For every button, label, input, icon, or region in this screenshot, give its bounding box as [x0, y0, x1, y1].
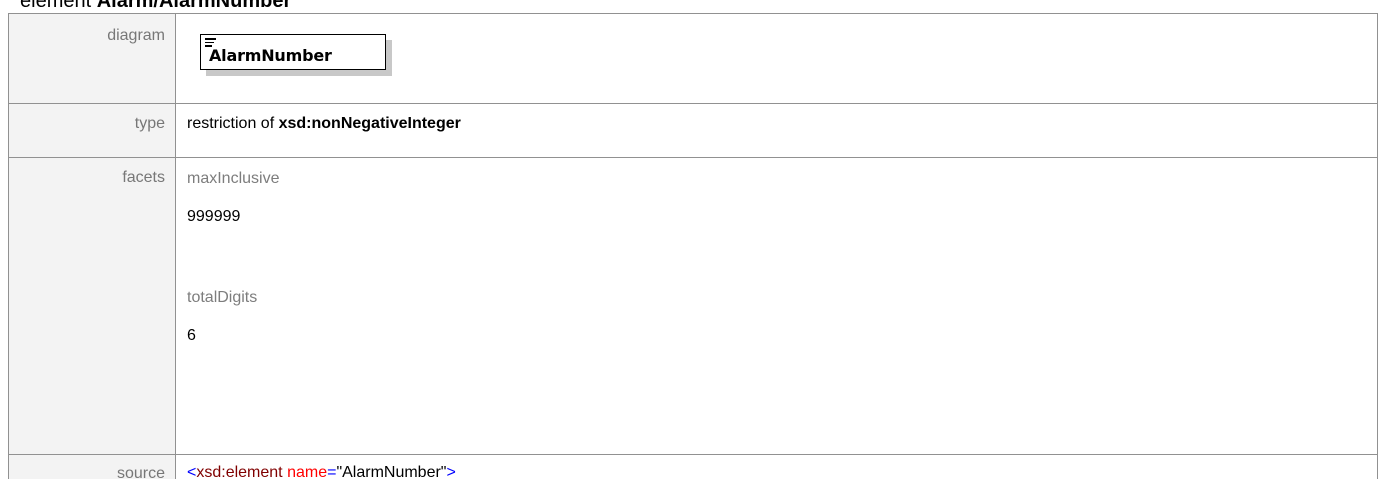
diagram-label: diagram [8, 13, 176, 104]
facet-name: maxInclusive [187, 170, 280, 187]
facet-item: maxInclusive 999999 [187, 158, 1377, 227]
heading-prefix: element [20, 0, 97, 12]
page-heading: element Alarm/AlarmNumber [20, 0, 291, 11]
type-label: type [8, 103, 176, 158]
source-label: source [8, 454, 176, 479]
diagram-element-name: AlarmNumber [209, 46, 332, 65]
facet-value: 999999 [187, 208, 241, 225]
element-diagram: AlarmNumber [200, 34, 392, 76]
diagram-row: diagram AlarmNumber [8, 13, 1378, 104]
facets-label: facets [8, 157, 176, 455]
xml-open-bracket: < [187, 464, 197, 479]
diagram-cell: AlarmNumber [175, 13, 1378, 104]
xml-tag-name: xsd:element [196, 464, 283, 479]
type-prefix: restriction of [187, 115, 279, 132]
facet-value: 6 [187, 327, 196, 344]
xml-attribute-value: "AlarmNumber" [336, 464, 447, 479]
facet-name: totalDigits [187, 289, 258, 306]
type-cell: restriction of xsd:nonNegativeInteger [175, 103, 1378, 158]
page: element Alarm/AlarmNumber diagram AlarmN… [0, 0, 1380, 479]
type-row: type restriction of xsd:nonNegativeInteg… [8, 103, 1378, 158]
xml-attribute-name: name [287, 464, 328, 479]
diagram-element-box[interactable]: AlarmNumber [200, 34, 386, 70]
heading-element-name: Alarm/AlarmNumber [96, 0, 292, 12]
element-doc-table: diagram AlarmNumber type restriction of … [8, 13, 1378, 479]
type-value: restriction of xsd:nonNegativeInteger [187, 104, 1377, 133]
facets-row: facets maxInclusive 999999 totalDigits 6 [8, 157, 1378, 455]
facet-item: totalDigits 6 [187, 227, 1377, 346]
source-row: source <xsd:element name="AlarmNumber"> [8, 454, 1378, 479]
xml-close-bracket: > [446, 464, 456, 479]
base-type-name: xsd:nonNegativeInteger [278, 115, 461, 132]
source-cell: <xsd:element name="AlarmNumber"> [175, 454, 1378, 479]
facets-cell: maxInclusive 999999 totalDigits 6 [175, 157, 1378, 455]
source-code: <xsd:element name="AlarmNumber"> [187, 455, 1377, 479]
